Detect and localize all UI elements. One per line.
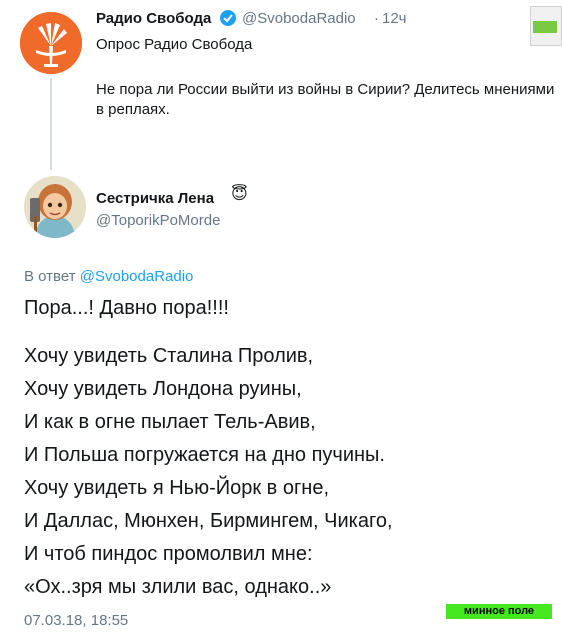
radio-svoboda-logo-icon [20,12,82,74]
radio-svoboda-avatar[interactable] [20,12,82,74]
reply-display-name[interactable]: Сестричка Лена [96,190,214,207]
reply-handle[interactable]: @ToporikPoMorde [96,212,220,229]
poem-line: «Ох..зря мы злили вас, однако..» [24,576,332,598]
parent-display-name[interactable]: Радио Свобода [96,10,211,27]
poem-line: Хочу увидеть Сталина Пролив, [24,345,314,367]
verified-badge-icon [220,10,236,26]
poem-line: И как в огне пылает Тель-Авив, [24,411,316,433]
angel-emoji-icon: 😇 [231,186,248,203]
replying-prefix: В ответ [24,268,76,285]
reply-poem: Хочу увидеть Сталина Пролив, Хочу увидет… [24,340,393,604]
separator-dot: · [374,10,379,27]
parent-text-line1: Опрос Радио Свобода [96,36,253,53]
watermark-label: минное поле [446,604,552,619]
parent-handle[interactable]: @SvobodaRadio [242,10,356,27]
poem-line: И Польша погружается на дно пучины. [24,444,385,466]
thread-connector-line [50,78,52,170]
replying-to: В ответ @SvobodaRadio [24,268,193,285]
poem-line: И Даллас, Мюнхен, Бирмингем, Чикаго, [24,510,393,532]
parent-time[interactable]: 12ч [382,10,407,27]
reply-first-line: Пора...! Давно пора!!!! [24,297,229,319]
reply-user-avatar[interactable] [24,176,86,238]
cartoon-girl-avatar-icon [24,176,86,238]
poem-line: Хочу увидеть Лондона руины, [24,378,302,400]
replying-mention-link[interactable]: @SvobodaRadio [80,268,194,285]
poem-line: И чтоб пиндос промолвил мне: [24,543,313,565]
reply-timestamp[interactable]: 07.03.18, 18:55 [24,612,128,629]
parent-text-line2: Не пора ли России выйти из войны в Сирии… [96,81,555,118]
corner-logo-icon [530,6,562,46]
poem-line: Хочу увидеть я Нью-Йорк в огне, [24,477,329,499]
